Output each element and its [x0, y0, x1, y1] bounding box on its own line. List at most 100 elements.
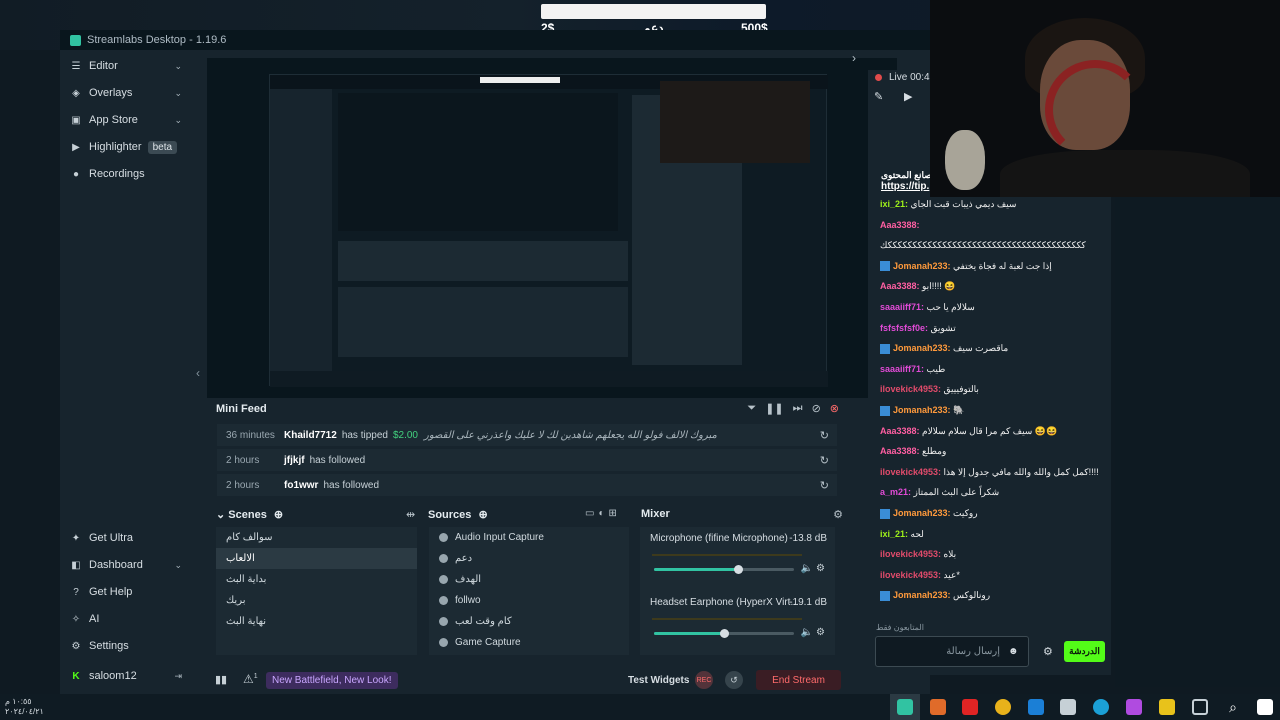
globe-icon: [439, 596, 448, 605]
scene-item[interactable]: نهاية البث: [216, 611, 417, 632]
source-item[interactable]: كام وقت لعب: [429, 611, 629, 632]
sidebar-item-dashboard[interactable]: ◧ Dashboard ⌄: [60, 554, 192, 576]
emoji-icon[interactable]: ☻: [1008, 646, 1019, 657]
source-tools[interactable]: ▭◐⊞: [585, 508, 621, 519]
scene-item[interactable]: بريك: [216, 590, 417, 611]
feed-user: jfjkjf: [284, 454, 305, 466]
volume-slider[interactable]: [654, 629, 794, 638]
mini-feed-title: Mini Feed: [216, 403, 267, 415]
hide-icon[interactable]: ⊗: [830, 402, 839, 415]
test-widgets-button[interactable]: Test Widgets: [628, 675, 689, 686]
chat-message: Aaa3388: ابو!!!! 😆: [880, 281, 955, 292]
news-tip[interactable]: New Battlefield, New Look!: [266, 672, 398, 689]
webcam-bird: [945, 130, 985, 190]
edit-icon[interactable]: ✎: [874, 90, 883, 103]
copilot-taskbar-icon[interactable]: [1126, 699, 1142, 715]
chat-username[interactable]: Aaa3388:: [880, 446, 922, 456]
replay-icon[interactable]: ↻: [820, 454, 829, 467]
mute-icon[interactable]: ⊘: [812, 402, 821, 415]
scene-transitions-icon[interactable]: ⇹: [406, 508, 415, 521]
volume-knob[interactable]: [734, 565, 743, 574]
scene-item[interactable]: بداية البث: [216, 569, 417, 590]
replay-icon[interactable]: ↻: [820, 479, 829, 492]
chat-username[interactable]: ilovekick4953:: [880, 384, 944, 394]
stream-preview[interactable]: [207, 58, 897, 398]
mixer-channel-icons[interactable]: 🔈 ⚙: [801, 563, 825, 574]
sidebar-item-app-store[interactable]: ▣ App Store ⌄: [60, 109, 192, 131]
skip-icon[interactable]: ⏭: [793, 402, 803, 415]
add-scene-icon[interactable]: ⊕: [274, 509, 283, 521]
end-stream-button[interactable]: End Stream: [756, 670, 841, 690]
chat-send-button[interactable]: الدردشة: [1064, 641, 1105, 662]
chat-username[interactable]: Aaa3388:: [880, 220, 920, 230]
video-icon[interactable]: ▶: [904, 90, 912, 103]
sidebar-user[interactable]: K saloom12 ⇥: [60, 665, 192, 687]
source-item[interactable]: Game Capture: [429, 632, 629, 653]
chat-username[interactable]: Aaa3388:: [880, 281, 922, 291]
chat-text: سيف ديمي ذيبات قبت الجاي: [910, 199, 1017, 209]
chevron-right-icon[interactable]: ›: [852, 51, 856, 65]
volume-slider[interactable]: [654, 565, 794, 574]
chat-username[interactable]: ilovekick4953:: [880, 570, 944, 580]
source-item[interactable]: Audio Input Capture: [429, 527, 629, 548]
chat-username[interactable]: Jomanah233:: [893, 261, 953, 271]
search-icon[interactable]: ⌕: [1225, 699, 1241, 715]
chat-username[interactable]: a_m21:: [880, 487, 914, 497]
chat-username[interactable]: ilovekick4953:: [880, 549, 944, 559]
edge-taskbar-icon[interactable]: [1093, 699, 1109, 715]
scene-item[interactable]: الالعاب: [216, 548, 417, 569]
chat-input[interactable]: إرسال رسالة: [875, 636, 1029, 667]
sidebar-item-overlays[interactable]: ◈ Overlays ⌄: [60, 82, 192, 104]
volume-knob[interactable]: [720, 629, 729, 638]
rec-button[interactable]: REC: [695, 671, 713, 689]
chat-username[interactable]: Jomanah233:: [893, 590, 953, 600]
task-view-icon[interactable]: [1192, 699, 1208, 715]
chrome-taskbar-icon[interactable]: [995, 699, 1011, 715]
chat-settings-icon[interactable]: ⚙: [1043, 645, 1053, 658]
notepad-taskbar-icon[interactable]: [1060, 699, 1076, 715]
sidebar-item-get-ultra[interactable]: ✦ Get Ultra: [60, 527, 192, 549]
mixer-channel-icons[interactable]: 🔈 ⚙: [801, 627, 825, 638]
sidebar-item-recordings[interactable]: ● Recordings: [60, 163, 192, 185]
preview-recursive-capture: [269, 74, 828, 387]
outlook-taskbar-icon[interactable]: [1028, 699, 1044, 715]
performance-icon[interactable]: ▮▮: [215, 673, 227, 686]
sidebar-item-editor[interactable]: ☰ Editor ⌄: [60, 55, 192, 77]
add-source-icon[interactable]: ⊕: [478, 509, 487, 521]
sidebar-item-settings[interactable]: ⚙ Settings: [60, 635, 192, 657]
taskbar-clock[interactable]: ١٠:٥٥ م ٢٠٢٤/٠٤/٢١: [5, 697, 44, 717]
chat-username[interactable]: saaaiiff71:: [880, 364, 927, 374]
streamlabs-taskbar-icon[interactable]: [897, 699, 913, 715]
chat-username[interactable]: Aaa3388:: [880, 426, 922, 436]
help-icon: ?: [73, 586, 79, 598]
logout-icon[interactable]: ⇥: [174, 671, 182, 682]
window-title: Streamlabs Desktop - 1.19.6: [87, 34, 227, 46]
sidebar-item-get-help[interactable]: ? Get Help: [60, 581, 192, 603]
chat-username[interactable]: Jomanah233:: [893, 508, 953, 518]
alert-icon[interactable]: ⚠1: [243, 672, 258, 686]
chat-username[interactable]: ixi_21:: [880, 199, 911, 209]
youtube-taskbar-icon[interactable]: [962, 699, 978, 715]
mixer-settings-icon[interactable]: ⚙: [833, 508, 843, 521]
app-taskbar-icon[interactable]: [930, 699, 946, 715]
replay-buffer-button[interactable]: ↺: [725, 671, 743, 689]
chat-username[interactable]: ixi_21:: [880, 529, 911, 539]
source-item[interactable]: follwo: [429, 590, 629, 611]
sidebar-item-ai[interactable]: ✧ AI: [60, 608, 192, 630]
chat-username[interactable]: ilovekick4953:: [880, 467, 944, 477]
pinned-link[interactable]: https://tip.: [881, 181, 929, 192]
chat-username[interactable]: saaaiiff71:: [880, 302, 927, 312]
replay-icon[interactable]: ↻: [820, 429, 829, 442]
chat-username[interactable]: Jomanah233:: [893, 343, 953, 353]
chevron-left-icon[interactable]: ‹: [196, 366, 200, 380]
source-item[interactable]: الهدف: [429, 569, 629, 590]
start-icon[interactable]: [1257, 699, 1273, 715]
filter-icon[interactable]: ⏷: [747, 402, 756, 415]
chat-username[interactable]: Jomanah233:: [893, 405, 953, 415]
chat-username[interactable]: fsfsfsfsf0e:: [880, 323, 931, 333]
file-explorer-taskbar-icon[interactable]: [1159, 699, 1175, 715]
sidebar-item-highlighter[interactable]: ▶ Highlighter beta: [60, 136, 192, 158]
scene-item[interactable]: سوالف كام: [216, 527, 417, 548]
pause-icon[interactable]: ❚❚: [765, 402, 783, 415]
source-item[interactable]: دعم: [429, 548, 629, 569]
